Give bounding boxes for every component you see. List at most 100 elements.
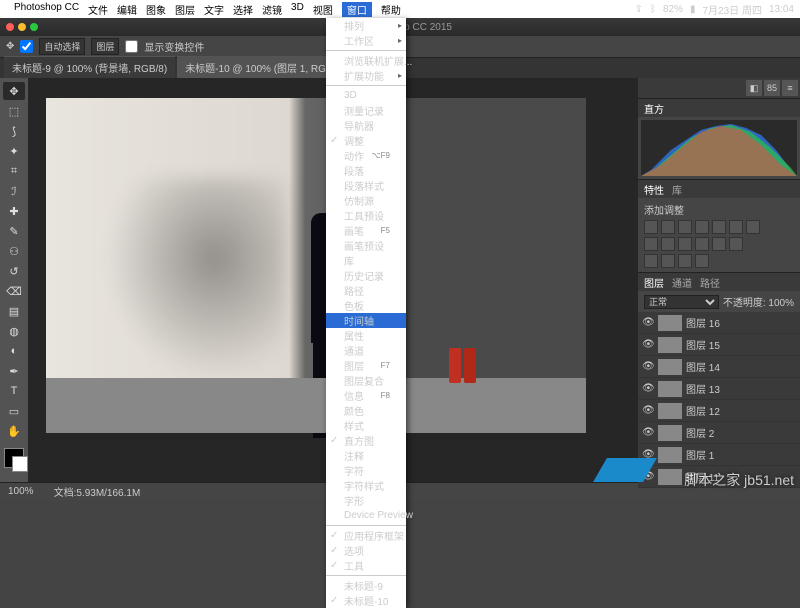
layer-row[interactable]: 👁图层 1	[638, 444, 800, 466]
layer-thumb[interactable]	[658, 425, 682, 441]
menu-item[interactable]: 通道	[326, 343, 406, 358]
adj-icon[interactable]	[729, 237, 743, 251]
menu-item[interactable]: 字形	[326, 493, 406, 508]
menu-filter[interactable]: 滤镜	[262, 2, 282, 17]
layer-row[interactable]: 👁图层 16	[638, 312, 800, 334]
menu-item[interactable]: 仿制源	[326, 193, 406, 208]
menu-item[interactable]: ✓未标题-10	[326, 593, 406, 608]
adj-icon[interactable]	[661, 220, 675, 234]
blur-tool-icon[interactable]: ◍	[3, 322, 25, 340]
autoselect-check[interactable]	[20, 40, 33, 53]
layer-thumb[interactable]	[658, 315, 682, 331]
menu-3d[interactable]: 3D	[291, 2, 304, 17]
menu-item[interactable]: 未标题-9	[326, 578, 406, 593]
menu-window[interactable]: 窗口	[342, 2, 372, 17]
panel-icon[interactable]: ≡	[782, 80, 798, 96]
adj-icon[interactable]	[678, 237, 692, 251]
eyedrop-tool-icon[interactable]: ℐ	[3, 182, 25, 200]
menu-layer[interactable]: 图层	[175, 2, 195, 17]
panel-icon[interactable]: ◧	[746, 80, 762, 96]
stamp-tool-icon[interactable]: ⚇	[3, 242, 25, 260]
menu-item[interactable]: 段落样式	[326, 178, 406, 193]
heal-tool-icon[interactable]: ✚	[3, 202, 25, 220]
menu-item[interactable]: 浏览联机扩展...	[326, 53, 406, 68]
adj-icon[interactable]	[695, 220, 709, 234]
adj-icon[interactable]	[661, 254, 675, 268]
menu-item[interactable]: 3D	[326, 88, 406, 103]
adj-icon[interactable]	[644, 254, 658, 268]
menu-view[interactable]: 视图	[313, 2, 333, 17]
layer-row[interactable]: 👁图层 12	[638, 400, 800, 422]
autoselect-type[interactable]: 图层	[91, 38, 119, 55]
layer-thumb[interactable]	[658, 359, 682, 375]
tab-lib[interactable]: 库	[672, 182, 682, 197]
tab-channels[interactable]: 通道	[672, 275, 692, 290]
marquee-tool-icon[interactable]: ⬚	[3, 102, 25, 120]
menu-item[interactable]: 样式	[326, 418, 406, 433]
move-tool-icon[interactable]: ✥	[3, 82, 25, 100]
opacity-label[interactable]: 不透明度: 100%	[723, 294, 794, 309]
adj-icon[interactable]	[712, 220, 726, 234]
bluetooth-icon[interactable]: ᛒ	[650, 4, 656, 15]
visibility-icon[interactable]: 👁	[642, 405, 654, 416]
adj-icon[interactable]	[695, 237, 709, 251]
tab-layers[interactable]: 图层	[644, 275, 664, 290]
crop-tool-icon[interactable]: ⌗	[3, 162, 25, 180]
menu-item[interactable]: 测量记录	[326, 103, 406, 118]
menu-item[interactable]: 库	[326, 253, 406, 268]
blend-mode-select[interactable]: 正常	[644, 295, 719, 309]
adj-icon[interactable]	[712, 237, 726, 251]
layer-thumb[interactable]	[658, 447, 682, 463]
brush-tool-icon[interactable]: ✎	[3, 222, 25, 240]
color-swatch[interactable]	[4, 448, 24, 468]
adj-icon[interactable]	[644, 237, 658, 251]
hand-tool-icon[interactable]: ✋	[3, 422, 25, 440]
adj-icon[interactable]	[695, 254, 709, 268]
menu-item[interactable]: 图层F7	[326, 358, 406, 373]
tab-histogram[interactable]: 直方	[644, 101, 664, 116]
layer-thumb[interactable]	[658, 403, 682, 419]
zoom-icon[interactable]	[30, 23, 38, 31]
menu-edit[interactable]: 编辑	[117, 2, 137, 17]
doc-info[interactable]: 文档:5.93M/166.1M	[54, 484, 141, 499]
panel-icon[interactable]: 85	[764, 80, 780, 96]
menu-item[interactable]: 字符样式	[326, 478, 406, 493]
doc-tab[interactable]: 未标题-9 @ 100% (背景墙, RGB/8)	[4, 56, 175, 78]
adj-icon[interactable]	[729, 220, 743, 234]
minimize-icon[interactable]	[18, 23, 26, 31]
menu-item[interactable]: 历史记录	[326, 268, 406, 283]
menu-item[interactable]: 工作区▸	[326, 33, 406, 48]
visibility-icon[interactable]: 👁	[642, 317, 654, 328]
history-brush-icon[interactable]: ↺	[3, 262, 25, 280]
menu-item[interactable]: ✓直方图	[326, 433, 406, 448]
layer-thumb[interactable]	[658, 469, 682, 485]
gradient-tool-icon[interactable]: ▤	[3, 302, 25, 320]
wifi-icon[interactable]: ⇪	[635, 4, 643, 15]
menu-item[interactable]: 段落	[326, 163, 406, 178]
visibility-icon[interactable]: 👁	[642, 383, 654, 394]
layer-row[interactable]: 👁图层 2	[638, 422, 800, 444]
zoom-level[interactable]: 100%	[8, 486, 34, 497]
menu-item[interactable]: ✓选项	[326, 543, 406, 558]
adj-icon[interactable]	[661, 237, 675, 251]
layer-thumb[interactable]	[658, 381, 682, 397]
menu-item[interactable]: ✓工具	[326, 558, 406, 573]
adj-icon[interactable]	[678, 254, 692, 268]
move-tool-icon[interactable]: ✥	[6, 41, 14, 52]
layer-list[interactable]: 👁图层 16 👁图层 15 👁图层 14 👁图层 13 👁图层 12 👁图层 2…	[638, 312, 800, 488]
menu-item[interactable]: 色板	[326, 298, 406, 313]
menu-item[interactable]: 颜色	[326, 403, 406, 418]
menu-file[interactable]: 文件	[88, 2, 108, 17]
menu-item[interactable]: 画笔F5	[326, 223, 406, 238]
close-icon[interactable]	[6, 23, 14, 31]
menu-item[interactable]: 动作⌥F9	[326, 148, 406, 163]
layer-thumb[interactable]	[658, 337, 682, 353]
adj-icon[interactable]	[678, 220, 692, 234]
eraser-tool-icon[interactable]: ⌫	[3, 282, 25, 300]
layer-row[interactable]: 👁图层 15	[638, 334, 800, 356]
pen-tool-icon[interactable]: ✒	[3, 362, 25, 380]
text-tool-icon[interactable]: T	[3, 382, 25, 400]
menu-item[interactable]: 排列▸	[326, 18, 406, 33]
menu-item[interactable]: 属性	[326, 328, 406, 343]
menu-item[interactable]: 字符	[326, 463, 406, 478]
